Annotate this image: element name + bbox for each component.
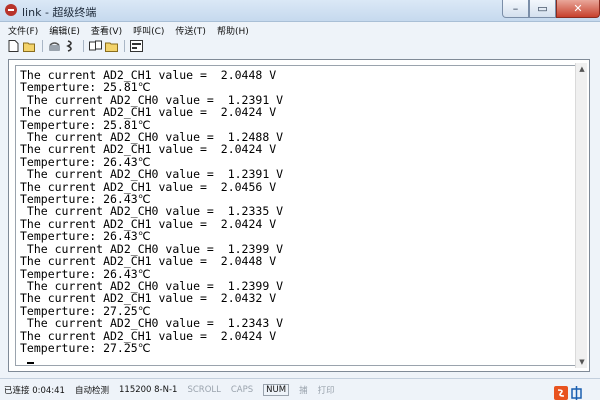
phone-icon (49, 41, 60, 51)
properties-button[interactable] (130, 40, 143, 53)
vertical-scrollbar[interactable]: ▲ ▼ (575, 63, 587, 368)
open-folder-icon (23, 42, 35, 52)
caps-indicator: CAPS (230, 384, 254, 395)
menu-view[interactable]: 查看(V) (91, 24, 122, 37)
window-title: link - 超级终端 (22, 6, 97, 19)
toolbar-separator (83, 40, 84, 52)
menu-call[interactable]: 呼叫(C) (133, 24, 164, 37)
scroll-up-arrow-icon[interactable]: ▲ (576, 63, 588, 75)
toolbar-separator (42, 40, 43, 52)
new-file-icon (8, 40, 19, 52)
toolbar-separator (124, 40, 125, 52)
terminal-cursor (20, 354, 283, 365)
receive-button[interactable] (105, 40, 118, 53)
menu-help[interactable]: 帮助(H) (217, 24, 249, 37)
terminal-line: The current AD2_CH1 value = 2.0432 V (20, 291, 277, 306)
menu-file[interactable]: 文件(F) (8, 24, 38, 37)
receive-icon (105, 42, 118, 52)
toolbar (0, 38, 600, 54)
capture-indicator: 捕 (299, 385, 308, 396)
terminal-output: The current AD2_CH1 value = 2.0448 V Temp… (20, 69, 284, 365)
scroll-down-arrow-icon[interactable]: ▼ (576, 356, 588, 368)
menu-transfer[interactable]: 传送(T) (175, 24, 206, 37)
terminal-frame: The current AD2_CH1 value = 2.0448 V Temp… (8, 59, 590, 372)
disconnect-button[interactable] (64, 40, 77, 53)
terminal-line: The current AD2_CH1 value = 2.0424 V (20, 142, 277, 157)
send-button[interactable] (89, 40, 102, 53)
properties-icon (130, 40, 143, 52)
new-file-button[interactable] (7, 40, 20, 53)
menu-bar: 文件(F) 编辑(E) 查看(V) 呼叫(C) 传送(T) 帮助(H) (0, 22, 600, 38)
scroll-indicator: SCROLL (187, 384, 221, 395)
watermark-logo-icon (554, 386, 582, 400)
call-button[interactable] (48, 40, 61, 53)
connection-time: 已连接 0:04:41 (4, 385, 65, 396)
window-controls: – ▭ ✕ (502, 0, 600, 20)
send-icon (89, 40, 102, 51)
terminal-line: Temperture: 27.25℃ (20, 340, 151, 355)
hyperterminal-app-icon[interactable] (4, 3, 18, 17)
terminal-line: The current AD2_CH0 value = 1.2391 V (20, 167, 284, 182)
maximize-button[interactable]: ▭ (529, 0, 556, 18)
print-indicator: 打印 (317, 385, 335, 396)
open-button[interactable] (23, 40, 36, 53)
terminal-window[interactable]: The current AD2_CH1 value = 2.0448 V Temp… (15, 65, 577, 366)
terminal-line: The current AD2_CH0 value = 1.2343 V (20, 316, 284, 331)
terminal-line: The current AD2_CH1 value = 2.0424 V (20, 105, 277, 120)
close-button[interactable]: ✕ (556, 0, 600, 18)
title-bar: link - 超级终端 – ▭ ✕ (0, 0, 600, 22)
terminal-line: The current AD2_CH1 value = 2.0448 V (20, 254, 277, 269)
terminal-line: The current AD2_CH0 value = 1.2335 V (20, 204, 284, 219)
terminal-line: Temperture: 26.43℃ (20, 229, 151, 244)
disconnect-icon (65, 40, 72, 52)
terminal-line: Temperture: 25.81℃ (20, 80, 151, 95)
baud-rate: 115200 8-N-1 (119, 384, 178, 395)
num-indicator: NUM (263, 383, 290, 396)
minimize-button[interactable]: – (502, 0, 529, 18)
menu-edit[interactable]: 编辑(E) (49, 24, 80, 37)
auto-detect: 自动检测 (74, 385, 109, 396)
status-bar: 已连接 0:04:41 自动检测 115200 8-N-1 SCROLL CAP… (0, 378, 600, 400)
